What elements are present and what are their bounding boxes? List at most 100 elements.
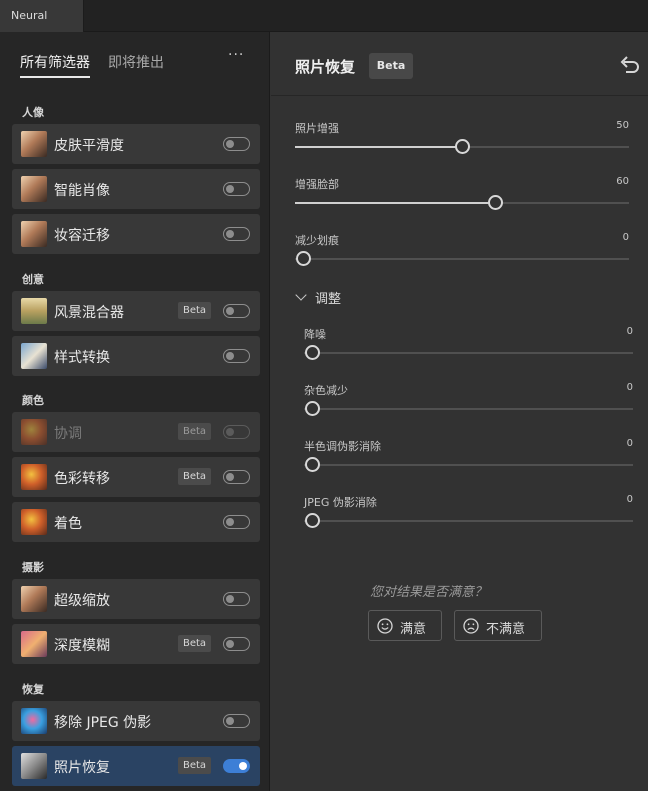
filter-row[interactable]: 色彩转移 Beta bbox=[12, 457, 260, 497]
section-title: 颜色 bbox=[22, 394, 44, 407]
filter-toggle[interactable] bbox=[223, 637, 250, 651]
slider-handle[interactable] bbox=[455, 139, 470, 154]
frown-icon bbox=[463, 618, 479, 634]
filter-toggle[interactable] bbox=[223, 759, 250, 773]
filter-toggle[interactable] bbox=[223, 304, 250, 318]
slider-value: 0 bbox=[626, 326, 633, 337]
filter-label: 色彩转移 bbox=[54, 471, 110, 487]
slider-value: 0 bbox=[626, 494, 633, 505]
jpeg-thumbnail-icon bbox=[21, 708, 47, 734]
settings-header: 照片恢复 Beta bbox=[271, 32, 648, 96]
tab-bar: Neural Filters bbox=[0, 0, 648, 54]
filter-settings-panel: 照片恢复 Beta 照片增强 50 增强脸部 60 减少划痕 0 调整 降噪 0 杂色减少 0 半… bbox=[271, 32, 648, 791]
slider-value: 50 bbox=[616, 120, 629, 131]
filter-toggle[interactable] bbox=[223, 470, 250, 484]
filter-row[interactable]: 协调 Beta bbox=[12, 412, 260, 452]
filter-label: 妆容迁移 bbox=[54, 228, 110, 244]
slider-handle[interactable] bbox=[305, 513, 320, 528]
toggle-knob bbox=[226, 639, 234, 648]
slider-handle[interactable] bbox=[305, 457, 320, 472]
slider-handle[interactable] bbox=[305, 345, 320, 360]
photo-restore-thumbnail-icon bbox=[21, 753, 47, 779]
toggle-knob bbox=[226, 517, 234, 526]
section-title: 恢复 bbox=[22, 683, 44, 696]
slider-handle[interactable] bbox=[488, 195, 504, 210]
filter-label: 协调 bbox=[54, 426, 82, 442]
filter-row[interactable]: 妆容迁移 bbox=[12, 214, 260, 254]
slider: 减少划痕 0 bbox=[295, 232, 629, 272]
tab-neural-filters[interactable]: Neural Filters bbox=[0, 0, 84, 54]
filter-toggle[interactable] bbox=[223, 227, 250, 241]
filter-row[interactable]: 智能肖像 bbox=[12, 169, 260, 209]
filter-row[interactable]: 皮肤平滑度 bbox=[12, 124, 260, 164]
filter-row[interactable]: 超级缩放 bbox=[12, 579, 260, 619]
filter-label: 深度模糊 bbox=[54, 638, 110, 654]
filter-row[interactable]: 移除 JPEG 伪影 bbox=[12, 701, 260, 741]
toggle-knob bbox=[226, 139, 234, 148]
portrait-thumbnail-icon bbox=[21, 131, 47, 157]
slider-value: 0 bbox=[626, 438, 633, 449]
unsatisfied-button[interactable]: 不满意 bbox=[454, 610, 542, 641]
filter-row[interactable]: 深度模糊 Beta bbox=[12, 624, 260, 664]
filter-label: 移除 JPEG 伪影 bbox=[54, 715, 152, 731]
style-thumbnail-icon bbox=[21, 343, 47, 369]
slider-track[interactable] bbox=[304, 513, 633, 528]
filter-label: 着色 bbox=[54, 516, 82, 532]
smile-icon bbox=[377, 618, 393, 634]
filter-label: 超级缩放 bbox=[54, 593, 110, 609]
slider-label: JPEG 伪影消除 bbox=[304, 496, 377, 509]
color-thumbnail-icon bbox=[21, 509, 47, 535]
slider: 增强脸部 60 bbox=[295, 176, 629, 216]
slider: 杂色减少 0 bbox=[304, 382, 633, 422]
toggle-knob bbox=[226, 472, 234, 481]
filter-row[interactable]: 样式转换 bbox=[12, 336, 260, 376]
slider-track[interactable] bbox=[295, 195, 629, 210]
beta-badge: Beta bbox=[178, 757, 211, 774]
color-thumbnail-icon bbox=[21, 419, 47, 445]
chevron-down-icon bbox=[295, 289, 307, 301]
slider-track[interactable] bbox=[304, 401, 633, 416]
slider: JPEG 伪影消除 0 bbox=[304, 494, 633, 534]
slider: 降噪 0 bbox=[304, 326, 633, 366]
depth-thumbnail-icon bbox=[21, 631, 47, 657]
slider-track[interactable] bbox=[304, 345, 633, 360]
filter-toggle[interactable] bbox=[223, 714, 250, 728]
filter-tabs: 所有筛选器 即将推出 ··· bbox=[0, 32, 269, 88]
toggle-knob bbox=[226, 716, 234, 725]
reset-icon[interactable] bbox=[619, 54, 641, 74]
slider-label: 增强脸部 bbox=[295, 178, 339, 191]
satisfied-button[interactable]: 满意 bbox=[368, 610, 442, 641]
slider-handle[interactable] bbox=[305, 401, 320, 416]
filter-toggle[interactable] bbox=[223, 425, 250, 439]
filter-label: 智能肖像 bbox=[54, 183, 110, 199]
filter-toggle[interactable] bbox=[223, 592, 250, 606]
slider-label: 减少划痕 bbox=[295, 234, 339, 247]
beta-badge: Beta bbox=[178, 302, 211, 319]
beta-badge: Beta bbox=[178, 635, 211, 652]
slider-track[interactable] bbox=[295, 251, 629, 266]
filter-label: 风景混合器 bbox=[54, 305, 124, 321]
tab-coming-soon[interactable]: 即将推出 bbox=[108, 52, 164, 72]
filter-label: 照片恢复 bbox=[54, 760, 110, 776]
satisfied-label: 满意 bbox=[400, 622, 427, 637]
filter-row[interactable]: 着色 bbox=[12, 502, 260, 542]
feedback-question: 您对结果是否满意？ bbox=[370, 585, 488, 600]
slider-label: 杂色减少 bbox=[304, 384, 348, 397]
slider-track[interactable] bbox=[295, 139, 629, 154]
filter-toggle[interactable] bbox=[223, 515, 250, 529]
filter-toggle[interactable] bbox=[223, 182, 250, 196]
slider-handle[interactable] bbox=[296, 251, 311, 266]
tab-all-filters[interactable]: 所有筛选器 bbox=[20, 52, 90, 72]
slider-fill bbox=[295, 146, 462, 148]
filter-toggle[interactable] bbox=[223, 349, 250, 363]
slider: 半色调伪影消除 0 bbox=[304, 438, 633, 478]
filter-label: 皮肤平滑度 bbox=[54, 138, 124, 154]
toggle-knob bbox=[226, 594, 234, 603]
adjust-label: 调整 bbox=[315, 292, 342, 307]
slider-value: 0 bbox=[626, 382, 633, 393]
slider-track[interactable] bbox=[304, 457, 633, 472]
filter-toggle[interactable] bbox=[223, 137, 250, 151]
more-options-icon[interactable]: ··· bbox=[228, 47, 244, 63]
filter-row[interactable]: 照片恢复 Beta bbox=[12, 746, 260, 786]
filter-row[interactable]: 风景混合器 Beta bbox=[12, 291, 260, 331]
